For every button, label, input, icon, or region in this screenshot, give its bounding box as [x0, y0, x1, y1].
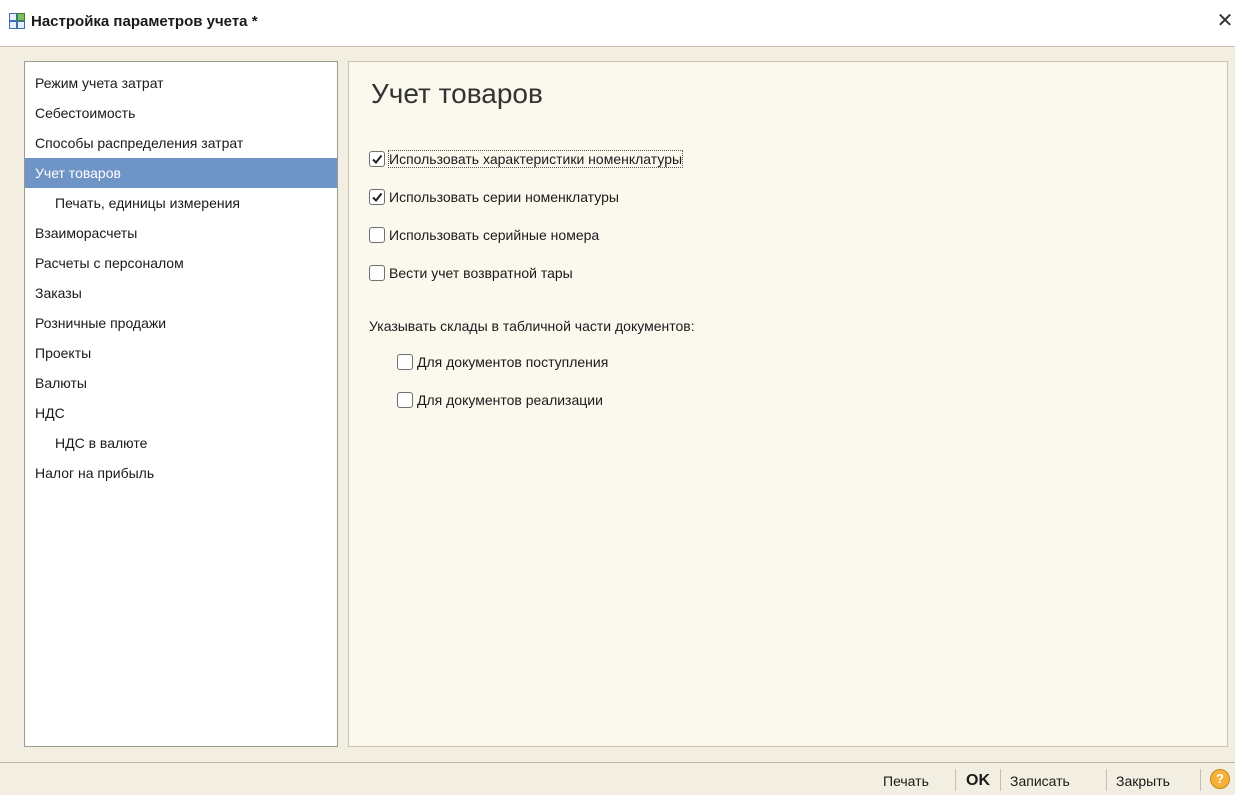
sidebar-item[interactable]: Себестоимость: [25, 98, 337, 128]
checkmark-icon: [372, 192, 383, 203]
checkbox[interactable]: [369, 227, 385, 243]
option-receipt-documents[interactable]: Для документов поступления: [397, 351, 608, 373]
content-panel: Учет товаров Использовать характеристики…: [348, 61, 1228, 747]
sidebar-item[interactable]: Расчеты с персоналом: [25, 248, 337, 278]
option-label: Использовать серийные номера: [389, 227, 600, 243]
modified-marker: *: [251, 13, 258, 30]
print-button[interactable]: Печать: [883, 771, 929, 791]
ok-button[interactable]: OK: [966, 771, 990, 791]
sections-navigation: Режим учета затрат Себестоимость Способы р…: [24, 61, 338, 747]
sidebar-item[interactable]: Розничные продажи: [25, 308, 337, 338]
checkbox[interactable]: [397, 354, 413, 370]
option-serial-numbers[interactable]: Использовать серийные номера: [369, 224, 599, 246]
sidebar-item[interactable]: Взаиморасчеты: [25, 218, 337, 248]
sidebar-item[interactable]: НДС в валюте: [25, 428, 337, 458]
separator: [955, 769, 956, 791]
separator: [1200, 769, 1201, 791]
form-area: Режим учета затрат Себестоимость Способы р…: [0, 46, 1235, 763]
sidebar-item[interactable]: Режим учета затрат: [25, 68, 337, 98]
sidebar-item[interactable]: Способы распределения затрат: [25, 128, 337, 158]
option-label: Для документов реализации: [417, 392, 603, 408]
help-icon[interactable]: ?: [1210, 769, 1230, 789]
checkbox[interactable]: [369, 189, 385, 205]
separator: [1000, 769, 1001, 791]
close-icon[interactable]: ✕: [1216, 10, 1234, 32]
save-button[interactable]: Записать: [1010, 771, 1070, 791]
sidebar-item[interactable]: Учет товаров: [25, 158, 337, 188]
sidebar-item[interactable]: НДС: [25, 398, 337, 428]
bottom-command-bar: Печать OK Записать Закрыть ?: [0, 762, 1235, 795]
option-sales-documents[interactable]: Для документов реализации: [397, 389, 603, 411]
checkbox[interactable]: [369, 151, 385, 167]
option-returnable-packaging[interactable]: Вести учет возвратной тары: [369, 262, 573, 284]
option-nomenclature-series[interactable]: Использовать серии номенклатуры: [369, 186, 619, 208]
sidebar-item[interactable]: Валюты: [25, 368, 337, 398]
form-settings-icon: [9, 13, 25, 29]
separator: [1106, 769, 1107, 791]
window-title-text: Настройка параметров учета: [31, 13, 248, 30]
warehouses-label: Указывать склады в табличной части докум…: [369, 318, 695, 334]
title-bar: Настройка параметров учета * ✕: [0, 0, 1235, 46]
sections-list: Режим учета затрат Себестоимость Способы р…: [25, 62, 337, 488]
sidebar-item[interactable]: Налог на прибыль: [25, 458, 337, 488]
option-label: Использовать характеристики номенклатуры: [387, 150, 684, 168]
sidebar-item[interactable]: Заказы: [25, 278, 337, 308]
sidebar-item[interactable]: Печать, единицы измерения: [25, 188, 337, 218]
checkbox[interactable]: [397, 392, 413, 408]
section-title: Учет товаров: [371, 78, 543, 109]
window-title: Настройка параметров учета *: [31, 13, 258, 30]
sidebar-item[interactable]: Проекты: [25, 338, 337, 368]
close-button[interactable]: Закрыть: [1116, 771, 1170, 791]
option-label: Вести учет возвратной тары: [389, 265, 573, 281]
option-nomenclature-characteristics[interactable]: Использовать характеристики номенклатуры: [369, 148, 684, 170]
option-label: Для документов поступления: [417, 354, 609, 370]
checkbox[interactable]: [369, 265, 385, 281]
option-label: Использовать серии номенклатуры: [389, 189, 619, 205]
checkmark-icon: [372, 154, 383, 165]
